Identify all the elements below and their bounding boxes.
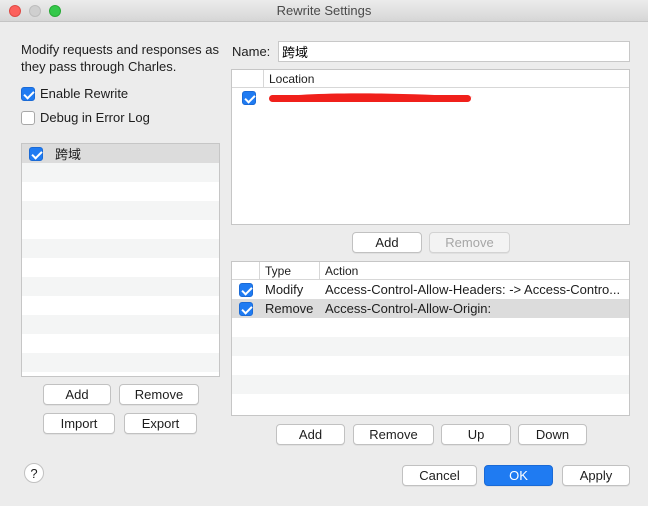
empty-row	[232, 107, 629, 126]
rule-type: Modify	[265, 282, 304, 297]
empty-row	[22, 296, 219, 315]
empty-row	[22, 277, 219, 296]
location-column-header[interactable]: Location	[264, 72, 314, 86]
cancel-button[interactable]: Cancel	[402, 465, 477, 486]
window-title: Rewrite Settings	[276, 3, 372, 18]
check-icon[interactable]	[239, 301, 253, 316]
description-text: Modify requests and responses as they pa…	[21, 42, 219, 74]
table-row[interactable]	[232, 88, 629, 107]
empty-row	[232, 202, 629, 221]
empty-row	[232, 145, 629, 164]
empty-row	[22, 315, 219, 334]
empty-row	[22, 163, 219, 182]
name-input[interactable]	[278, 41, 630, 62]
remove-location-button[interactable]: Remove	[429, 232, 510, 253]
add-set-button[interactable]: Add	[43, 384, 111, 405]
empty-row	[22, 239, 219, 258]
empty-row	[232, 318, 629, 337]
import-button[interactable]: Import	[43, 413, 115, 434]
empty-row	[22, 182, 219, 201]
add-rule-button[interactable]: Add	[276, 424, 345, 445]
rule-action: Access-Control-Allow-Headers: -> Access-…	[325, 282, 621, 297]
empty-row	[232, 394, 629, 413]
export-button[interactable]: Export	[124, 413, 197, 434]
table-row[interactable]: Modify Access-Control-Allow-Headers: -> …	[232, 280, 629, 299]
empty-row	[232, 183, 629, 202]
check-icon[interactable]	[239, 282, 253, 297]
enable-rewrite-checkbox[interactable]: Enable Rewrite	[21, 86, 128, 101]
empty-row	[232, 356, 629, 375]
check-column-header	[232, 262, 260, 280]
move-down-button[interactable]: Down	[518, 424, 587, 445]
type-column-header[interactable]: Type	[260, 262, 320, 280]
rule-type: Remove	[265, 301, 314, 316]
locations-table[interactable]: Location	[231, 69, 630, 225]
ok-button[interactable]: OK	[484, 465, 553, 486]
empty-row	[22, 201, 219, 220]
check-icon	[21, 86, 35, 101]
locations-table-header: Location	[232, 70, 629, 88]
help-button[interactable]: ?	[24, 463, 44, 483]
rule-action: Access-Control-Allow-Origin:	[325, 301, 492, 316]
title-bar: Rewrite Settings	[0, 0, 648, 22]
check-icon[interactable]	[29, 146, 43, 161]
add-location-button[interactable]: Add	[352, 232, 422, 253]
enable-rewrite-label: Enable Rewrite	[40, 86, 129, 101]
remove-set-button[interactable]: Remove	[119, 384, 199, 405]
empty-row	[232, 375, 629, 394]
empty-row	[22, 220, 219, 239]
action-column-header[interactable]: Action	[320, 264, 358, 278]
list-item[interactable]: 跨域	[22, 144, 219, 163]
remove-rule-button[interactable]: Remove	[353, 424, 434, 445]
empty-row	[232, 164, 629, 183]
check-column-header	[232, 70, 264, 88]
empty-row	[22, 334, 219, 353]
apply-button[interactable]: Apply	[562, 465, 630, 486]
name-label: Name:	[232, 44, 271, 59]
redacted-location	[269, 92, 473, 102]
set-name: 跨域	[55, 147, 82, 162]
empty-row	[22, 353, 219, 372]
debug-error-log-label: Debug in Error Log	[40, 110, 150, 125]
rewrite-sets-list[interactable]: 跨域	[21, 143, 220, 377]
rules-table[interactable]: Type Action Modify Access-Control-Allow-…	[231, 261, 630, 416]
empty-row	[22, 372, 219, 376]
rules-table-header: Type Action	[232, 262, 629, 280]
check-icon[interactable]	[242, 90, 256, 105]
debug-error-log-checkbox[interactable]: Debug in Error Log	[21, 110, 150, 125]
empty-row	[232, 126, 629, 145]
unchecked-box-icon	[21, 110, 35, 125]
table-row[interactable]: Remove Access-Control-Allow-Origin:	[232, 299, 629, 318]
move-up-button[interactable]: Up	[441, 424, 511, 445]
empty-row	[232, 337, 629, 356]
empty-row	[22, 258, 219, 277]
